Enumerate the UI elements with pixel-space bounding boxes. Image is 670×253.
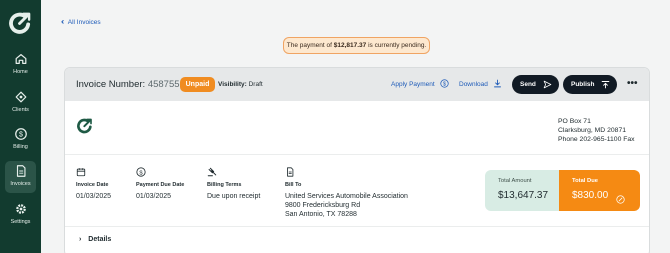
coins-icon: [616, 195, 625, 204]
invoice-header: Invoice Number: 4587551 Unpaid Visibilit…: [65, 68, 649, 101]
total-due-box: Total Due $830.00: [559, 170, 640, 211]
due-date: 01/03/2025: [136, 193, 172, 200]
billing-terms: Due upon receipt: [207, 193, 261, 200]
total-amount-box: Total Amount $13,647.37: [485, 170, 560, 211]
all-invoices-label: All Invoices: [67, 19, 101, 26]
visibility-status: Visibility: Draft: [218, 81, 263, 88]
all-invoices-link[interactable]: ‹‹ All Invoices: [61, 17, 101, 26]
due-date-block: $ Payment Due Date 01/03/2025: [136, 167, 184, 201]
invoices-icon: [16, 165, 26, 177]
more-options-button[interactable]: •••: [627, 78, 638, 89]
apply-payment-button[interactable]: Apply Payment $: [391, 79, 449, 88]
sidebar-item-home[interactable]: Home: [0, 52, 41, 82]
company-address: PO Box 71 Clarksburg, MD 20871 Phone 202…: [558, 118, 635, 143]
document-icon: [287, 167, 294, 177]
billing-icon: $: [14, 128, 27, 140]
invoice-card: Invoice Number: 4587551 Unpaid Visibilit…: [64, 67, 650, 253]
total-due-value: $830.00: [572, 190, 609, 201]
dollar-circle-icon: $: [439, 79, 449, 88]
total-amount-value: $13,647.37: [498, 190, 549, 201]
sidebar: Home Clients $ Billing Invoices Settings: [0, 0, 41, 253]
invoice-number: Invoice Number: 4587551: [76, 79, 185, 90]
divider: [65, 226, 649, 227]
chevron-right-icon: ›: [79, 236, 82, 243]
clients-icon: [15, 91, 26, 103]
dollar-circle-icon: $: [136, 167, 146, 177]
settings-icon: [15, 204, 26, 214]
calendar-icon: [76, 168, 86, 177]
invoice-date-block: Invoice Date 01/03/2025: [76, 167, 111, 201]
download-button[interactable]: Download: [459, 79, 502, 88]
send-button[interactable]: Send: [512, 75, 559, 94]
sidebar-item-clients[interactable]: Clients: [0, 90, 41, 120]
double-chevron-left-icon: ‹‹: [61, 17, 65, 26]
sidebar-item-label: Settings: [10, 219, 31, 225]
company-logo-icon: [77, 118, 92, 134]
divider: [65, 154, 649, 155]
svg-text:$: $: [443, 82, 446, 88]
publish-button[interactable]: Publish: [563, 75, 617, 94]
bill-to-block: Bill To United Services Automobile Assoc…: [285, 167, 408, 219]
app-logo-icon[interactable]: [9, 11, 32, 34]
publish-icon: [601, 81, 610, 89]
download-icon: [493, 79, 501, 88]
invoice-date: 01/03/2025: [76, 193, 112, 200]
svg-text:$: $: [19, 132, 23, 139]
details-toggle[interactable]: › Details: [79, 236, 111, 243]
home-icon: [15, 54, 26, 64]
status-badge: Unpaid: [180, 77, 215, 92]
pending-amount: $12,817.37: [333, 42, 367, 49]
sidebar-item-settings[interactable]: Settings: [0, 202, 41, 232]
sidebar-item-label: Billing: [13, 144, 28, 150]
billing-terms-block: Billing Terms Due upon receipt: [207, 167, 260, 201]
sidebar-item-billing[interactable]: $ Billing: [0, 127, 41, 157]
sidebar-item-label: Clients: [12, 107, 29, 113]
sidebar-item-label: Home: [13, 69, 28, 75]
bill-to-address: United Services Automobile Association 9…: [285, 193, 408, 218]
pending-payment-notice: The payment of $12,817.37 is currently p…: [283, 37, 430, 54]
sidebar-item-label: Invoices: [10, 181, 31, 187]
send-icon: [543, 80, 552, 89]
gavel-icon: [207, 167, 217, 177]
sidebar-item-invoices[interactable]: Invoices: [5, 161, 36, 193]
